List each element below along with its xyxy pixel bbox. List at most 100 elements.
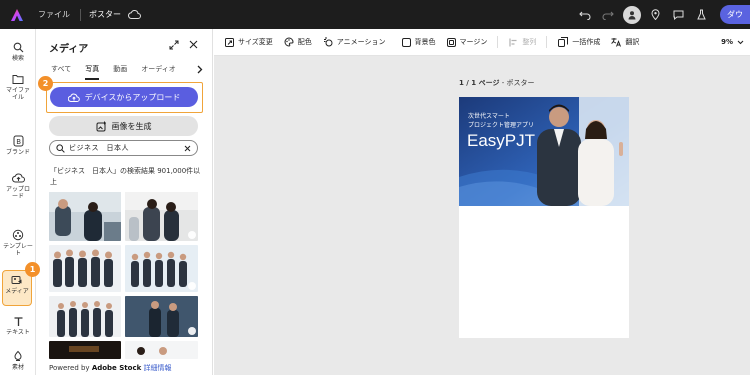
search-input[interactable]: ビジネス 日本人 xyxy=(49,140,198,156)
template-icon xyxy=(12,229,24,241)
brand-icon: B xyxy=(13,135,24,147)
top-bar-actions: ダウ xyxy=(571,0,750,29)
animation-icon xyxy=(323,37,333,47)
photo-thumbnail[interactable] xyxy=(49,296,121,337)
bulk-create-icon xyxy=(558,37,569,47)
margin-icon xyxy=(446,37,456,47)
poster-hero-image[interactable]: 次世代スマート プロジェクト管理アプリ EasyPJT xyxy=(459,97,629,206)
folder-icon xyxy=(12,73,24,85)
rail-label: マイファイル xyxy=(6,87,31,101)
elements-icon xyxy=(12,350,24,362)
rail-item-brand[interactable]: B ブランド xyxy=(0,135,36,156)
bulk-create-button[interactable]: 一括作成 xyxy=(558,37,600,47)
close-icon[interactable] xyxy=(189,40,198,49)
photo-thumbnail[interactable] xyxy=(49,341,121,359)
upload-from-device-button[interactable]: デバイスからアップロード xyxy=(50,87,198,107)
rail-label: テンプレート xyxy=(3,243,33,257)
align-icon xyxy=(509,38,517,46)
search-value: ビジネス 日本人 xyxy=(69,144,129,152)
tab-all[interactable]: すべて xyxy=(51,64,71,80)
photo-thumbnail[interactable] xyxy=(125,245,198,292)
undo-icon[interactable] xyxy=(576,6,594,24)
text-icon xyxy=(13,315,24,327)
margin-button[interactable]: マージン xyxy=(446,37,487,47)
chevron-right-icon[interactable] xyxy=(197,65,203,77)
animation-label: アニメーション xyxy=(336,38,386,46)
download-button[interactable]: ダウ xyxy=(720,5,750,24)
more-info-link[interactable]: 詳細情報 xyxy=(143,364,171,372)
media-icon xyxy=(11,274,23,286)
svg-text:B: B xyxy=(16,138,21,146)
location-pin-icon[interactable] xyxy=(646,6,664,24)
photo-thumbnail[interactable] xyxy=(125,192,198,241)
translate-button[interactable]: 翻訳 xyxy=(611,37,639,47)
step-marker-1: 1 xyxy=(25,262,40,277)
rail-item-text[interactable]: テキスト xyxy=(0,315,36,336)
file-menu[interactable]: ファイル xyxy=(38,9,70,20)
media-tabs: すべて 写真 動画 オーディオ xyxy=(51,64,190,80)
document-title[interactable]: ポスター xyxy=(89,9,121,20)
search-icon xyxy=(56,143,65,153)
colors-label: 配色 xyxy=(297,38,312,46)
resize-label: サイズ変更 xyxy=(238,38,273,46)
rail-item-search[interactable]: 検索 xyxy=(0,41,36,62)
photo-thumbnail[interactable] xyxy=(49,192,121,241)
adobe-express-logo[interactable] xyxy=(10,8,24,22)
zoom-select[interactable]: 9% xyxy=(721,38,744,46)
photo-thumbnail[interactable] xyxy=(49,245,121,292)
hero-line-2: プロジェクト管理アプリ xyxy=(468,122,535,129)
premium-badge xyxy=(188,282,196,290)
bulk-label: 一括作成 xyxy=(572,38,601,46)
tab-videos[interactable]: 動画 xyxy=(113,64,127,80)
upload-icon xyxy=(11,172,25,184)
page-number: 1 / 1 ページ xyxy=(459,79,500,87)
animation-button[interactable]: アニメーション xyxy=(323,37,386,47)
photo-thumbnail[interactable] xyxy=(125,296,198,337)
rail-label: テキスト xyxy=(6,329,30,336)
tab-photos[interactable]: 写真 xyxy=(85,64,100,80)
rail-item-templates[interactable]: テンプレート xyxy=(0,229,36,257)
palette-icon xyxy=(284,37,294,47)
poster-page[interactable]: 次世代スマート プロジェクト管理アプリ EasyPJT xyxy=(459,97,629,338)
canvas-area[interactable]: 1 / 1 ページ - ポスター 次世代スマート プロジェクト管理アプリ Eas… xyxy=(214,56,750,375)
rail-label: 素材 xyxy=(11,364,24,371)
divider xyxy=(497,36,499,48)
design-toolbar: サイズ変更 配色 アニメーション 背景色 マージン 整列 一括作成 翻訳 9% xyxy=(214,29,750,56)
colors-button[interactable]: 配色 xyxy=(284,37,312,47)
hero-title: EasyPJT xyxy=(467,131,536,150)
rail-label: ブランド xyxy=(5,149,30,156)
share-user-icon[interactable] xyxy=(623,5,641,24)
resize-button[interactable]: サイズ変更 xyxy=(225,37,273,47)
hero-line-1: 次世代スマート xyxy=(468,113,510,120)
media-panel: メディア すべて 写真 動画 オーディオ デバイスからアップロード 画像を生成 xyxy=(37,29,213,375)
cloud-save-icon[interactable] xyxy=(128,10,141,19)
comment-icon[interactable] xyxy=(669,6,687,24)
search-result-count: 「ビジネス 日本人」の検索結果 901,000件以上 xyxy=(50,167,201,186)
premium-badge xyxy=(188,327,196,335)
redo-icon[interactable] xyxy=(599,6,617,24)
lab-flask-icon[interactable] xyxy=(692,6,710,24)
photo-thumbnail[interactable] xyxy=(125,341,198,359)
upload-label: デバイスからアップロード xyxy=(84,92,181,102)
premium-badge xyxy=(188,231,196,239)
arrange-button[interactable]: 整列 xyxy=(509,37,536,47)
tab-audio[interactable]: オーディオ xyxy=(141,64,176,80)
generate-image-button[interactable]: 画像を生成 xyxy=(49,116,198,136)
expand-icon[interactable] xyxy=(169,40,179,50)
background-color-button[interactable]: 背景色 xyxy=(401,37,436,47)
cloud-upload-icon xyxy=(67,93,80,102)
rail-item-elements[interactable]: 素材 xyxy=(0,350,36,371)
clear-icon[interactable] xyxy=(184,145,191,152)
hero-subtitle: 次世代スマート プロジェクト管理アプリ xyxy=(468,112,534,130)
chevron-down-icon xyxy=(737,40,744,44)
page-label: 1 / 1 ページ - ポスター xyxy=(459,78,534,88)
zoom-value: 9% xyxy=(721,38,733,46)
rail-item-my-files[interactable]: マイファイル xyxy=(0,73,36,101)
rail-item-upload[interactable]: アップロード xyxy=(0,172,36,200)
app-window: ファイル ポスター ダウ 検索 マイファイル B ブランド アップロード テンプ… xyxy=(0,0,750,375)
divider xyxy=(546,36,548,48)
left-rail: 検索 マイファイル B ブランド アップロード テンプレート メディア テキスト xyxy=(0,29,36,375)
adobe-stock-label: Adobe Stock xyxy=(91,364,142,372)
translate-icon xyxy=(611,38,622,47)
arrange-label: 整列 xyxy=(522,38,537,46)
